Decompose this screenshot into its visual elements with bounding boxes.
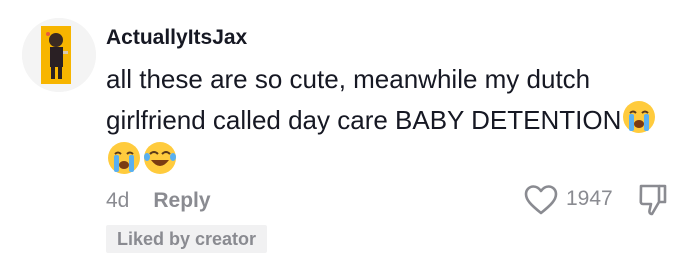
loudly-crying-face-emoji xyxy=(623,101,656,133)
comment-meta: 4d Reply xyxy=(106,186,211,216)
reply-button[interactable]: Reply xyxy=(153,189,210,213)
like-count: 1947 xyxy=(566,187,613,210)
thumbs-down-icon[interactable] xyxy=(638,183,668,217)
username[interactable]: ActuallyItsJax xyxy=(106,26,247,50)
loudly-crying-face-emoji xyxy=(108,142,140,174)
comment-text: all these are so cute, meanwhile my dutc… xyxy=(106,59,686,181)
comment-age: 4d xyxy=(106,189,130,212)
face-with-tears-of-joy-emoji xyxy=(144,142,176,174)
comment-body: all these are so cute, meanwhile my dutc… xyxy=(106,64,622,135)
avatar-image xyxy=(22,18,96,92)
liked-by-creator-badge: Liked by creator xyxy=(106,225,268,253)
heart-icon[interactable] xyxy=(524,184,558,216)
avatar[interactable] xyxy=(22,18,96,92)
